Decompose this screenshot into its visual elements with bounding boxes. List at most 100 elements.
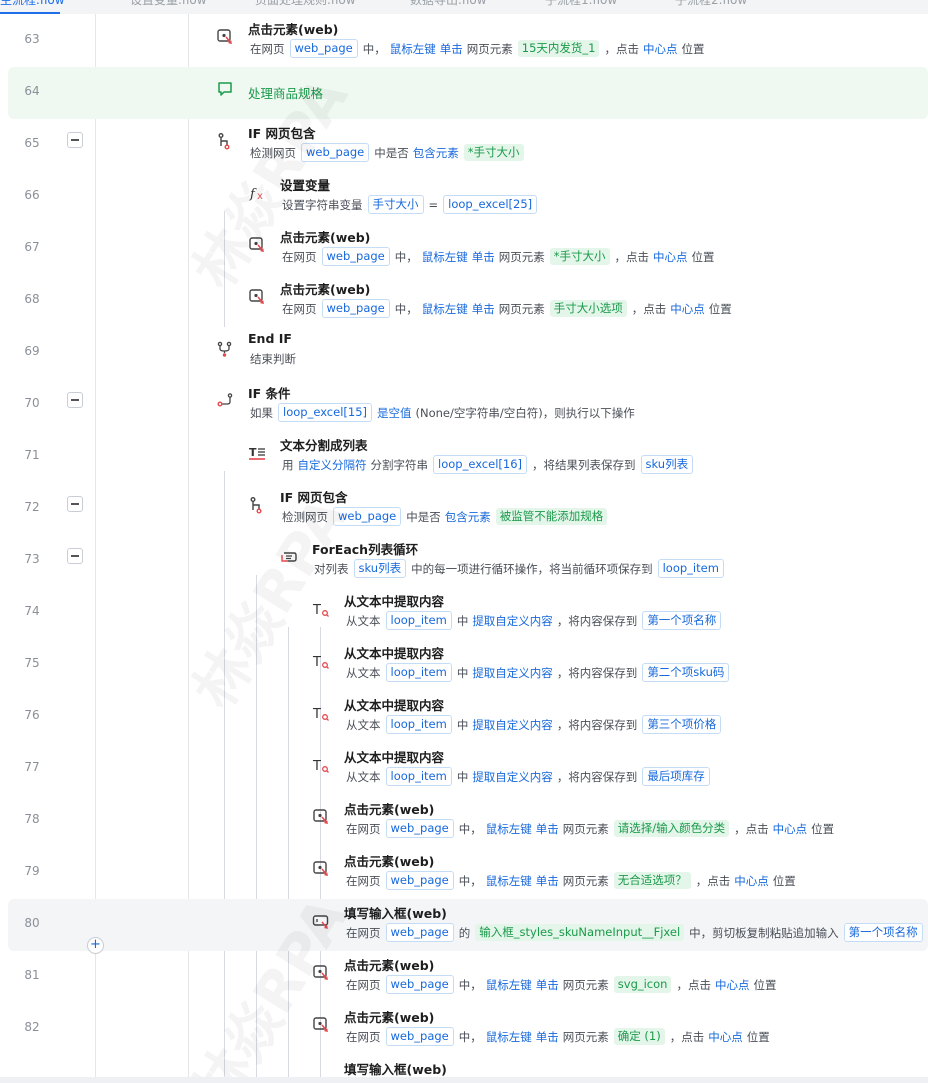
keyword-text[interactable]: 单击 bbox=[536, 821, 559, 837]
flow-step-row[interactable]: 67 点击元素(web) 在网页 web_page 中， 鼠标左键 单击 网页元素 *手寸大小 ，… bbox=[0, 223, 928, 275]
keyword-text[interactable]: 单击 bbox=[472, 301, 495, 317]
flow-step-row[interactable]: 82 点击元素(web) 在网页 web_page 中， 鼠标左键 单击 网页元素 确定 (1)… bbox=[0, 1003, 928, 1055]
keyword-text[interactable]: 中心点 bbox=[653, 249, 688, 265]
keyword-text[interactable]: 中心点 bbox=[708, 1029, 743, 1045]
flow-step-row[interactable]: 72 IF 网页包含 检测网页 web_page 中是否 包含元素 被监管不能添加规格 bbox=[0, 483, 928, 535]
variable-chip[interactable]: web_page bbox=[321, 247, 390, 266]
keyword-text[interactable]: 提取自定义内容 bbox=[472, 665, 553, 681]
variable-chip[interactable]: 第三个项价格 bbox=[642, 715, 722, 734]
flow-step-row[interactable]: 75 T 从文本中提取内容 从文本 loop_item 中提取自定义内容 ，将内容保存到 第二… bbox=[0, 639, 928, 691]
keyword-text[interactable]: 单击 bbox=[536, 977, 559, 993]
variable-chip[interactable]: web_page bbox=[385, 871, 454, 890]
tab-1[interactable]: 设置变量.flow bbox=[130, 0, 207, 11]
element-chip[interactable]: 无合适选项？ bbox=[613, 872, 691, 889]
keyword-text[interactable]: 提取自定义内容 bbox=[472, 769, 553, 785]
keyword-text[interactable]: 包含元素 bbox=[413, 145, 459, 161]
variable-chip[interactable]: 第二个项sku码 bbox=[642, 663, 730, 682]
variable-chip[interactable]: web_page bbox=[385, 819, 454, 838]
element-chip[interactable]: 手寸大小选项 bbox=[549, 300, 627, 317]
variable-chip[interactable]: loop_item bbox=[385, 611, 452, 630]
keyword-text[interactable]: 中心点 bbox=[643, 41, 678, 57]
flow-step-row[interactable]: 69 End IF 结束判断 bbox=[0, 327, 928, 379]
keyword-text[interactable]: 提取自定义内容 bbox=[472, 613, 553, 629]
keyword-text[interactable]: 单击 bbox=[536, 873, 559, 889]
keyword-text[interactable]: 自定义分隔符 bbox=[298, 457, 367, 473]
keyword-text[interactable]: 提取自定义内容 bbox=[472, 717, 553, 733]
flow-step-row[interactable]: 76 T 从文本中提取内容 从文本 loop_item 中提取自定义内容 ，将内容保存到 第三… bbox=[0, 691, 928, 743]
tab-5[interactable]: 子流程2.flow bbox=[675, 0, 747, 11]
flow-step-row[interactable]: 79 点击元素(web) 在网页 web_page 中， 鼠标左键 单击 网页元素 无合适选项？… bbox=[0, 847, 928, 899]
keyword-text[interactable]: 鼠标左键 bbox=[390, 41, 436, 57]
desc-text: ，点击 bbox=[631, 301, 667, 316]
flow-step-row[interactable]: 80 填写输入框(web) 在网页 web_page 的输入框_styles_skuNa… bbox=[8, 899, 928, 951]
variable-chip[interactable]: loop_item bbox=[385, 715, 452, 734]
keyword-text[interactable]: 包含元素 bbox=[445, 509, 491, 525]
variable-chip[interactable]: web_page bbox=[289, 39, 358, 58]
flow-step-row[interactable]: 66 f x 设置变量 设置字符串变量 手寸大小 = loop_excel[25] bbox=[0, 171, 928, 223]
element-chip[interactable]: svg_icon bbox=[613, 976, 672, 993]
element-chip[interactable]: 输入框_styles_skuNameInput__Fjxel bbox=[475, 924, 685, 941]
variable-chip[interactable]: web_page bbox=[321, 299, 390, 318]
keyword-text[interactable]: 鼠标左键 bbox=[486, 873, 532, 889]
keyword-text[interactable]: 中心点 bbox=[734, 873, 769, 889]
flow-step-row[interactable]: 81 点击元素(web) 在网页 web_page 中， 鼠标左键 单击 网页元素 svg_ic… bbox=[0, 951, 928, 1003]
horizontal-scrollbar[interactable] bbox=[0, 1077, 928, 1083]
flow-step-row[interactable]: 64 处理商品规格 bbox=[8, 67, 928, 119]
variable-chip[interactable]: 第一个项名称 bbox=[642, 611, 722, 630]
element-chip[interactable]: 请选择/输入颜色分类 bbox=[613, 820, 730, 837]
keyword-text[interactable]: 单击 bbox=[440, 41, 463, 57]
variable-chip[interactable]: loop_item bbox=[385, 663, 452, 682]
flow-step-row[interactable]: 71 T 文本分割成列表用自定义分隔符 分割字符串 loop_excel[16] ，将结果… bbox=[0, 431, 928, 483]
variable-chip[interactable]: 最后项库存 bbox=[642, 767, 710, 786]
keyword-text[interactable]: 鼠标左键 bbox=[422, 301, 468, 317]
variable-chip[interactable]: loop_excel[15] bbox=[278, 403, 372, 422]
keyword-text[interactable]: 鼠标左键 bbox=[486, 1029, 532, 1045]
collapse-toggle[interactable] bbox=[67, 132, 83, 148]
flow-step-row[interactable]: 65 IF 网页包含 检测网页 web_page 中是否 包含元素 *手寸大小 bbox=[0, 119, 928, 171]
variable-chip[interactable]: web_page bbox=[385, 923, 454, 942]
collapse-toggle[interactable] bbox=[67, 392, 83, 408]
flow-step-row[interactable]: 78 点击元素(web) 在网页 web_page 中， 鼠标左键 单击 网页元素 请选择/输入… bbox=[0, 795, 928, 847]
line-number: 64 bbox=[24, 84, 40, 98]
keyword-text[interactable]: 鼠标左键 bbox=[486, 977, 532, 993]
variable-chip[interactable]: loop_item bbox=[657, 559, 724, 578]
element-chip[interactable]: *手寸大小 bbox=[549, 248, 610, 265]
tab-0[interactable]: 主流程.flow bbox=[0, 0, 65, 11]
collapse-toggle[interactable] bbox=[67, 548, 83, 564]
variable-chip[interactable]: web_page bbox=[385, 975, 454, 994]
variable-chip[interactable]: 手寸大小 bbox=[367, 195, 424, 214]
tab-2[interactable]: 页面处理规则.flow bbox=[255, 0, 356, 11]
flow-step-row[interactable]: 68 点击元素(web) 在网页 web_page 中， 鼠标左键 单击 网页元素 手寸大小选项… bbox=[0, 275, 928, 327]
tab-3[interactable]: 数据导出.flow bbox=[410, 0, 487, 11]
flow-step-row[interactable]: 77 T 从文本中提取内容 从文本 loop_item 中提取自定义内容 ，将内容保存到 最后… bbox=[0, 743, 928, 795]
variable-chip[interactable]: loop_excel[25] bbox=[443, 195, 538, 214]
element-chip[interactable]: 被监管不能添加规格 bbox=[495, 508, 608, 525]
keyword-text[interactable]: 中心点 bbox=[715, 977, 750, 993]
flow-step-row[interactable]: 74 T 从文本中提取内容 从文本 loop_item 中提取自定义内容 ，将内容保存到 第一… bbox=[0, 587, 928, 639]
variable-chip[interactable]: 第一个项名称 bbox=[843, 923, 923, 942]
flow-step-row[interactable]: 63 点击元素(web) 在网页 web_page 中， 鼠标左键 单击 网页元素 15天内发货… bbox=[0, 15, 928, 67]
variable-chip[interactable]: web_page bbox=[333, 507, 402, 526]
element-chip[interactable]: 15天内发货_1 bbox=[517, 40, 600, 57]
element-chip[interactable]: *手寸大小 bbox=[463, 144, 524, 161]
flow-step-row[interactable]: 73 ForEach列表循环 对列表 sku列表 中的每一项进行循环操作，将当前循环项保… bbox=[0, 535, 928, 587]
variable-chip[interactable]: web_page bbox=[301, 143, 370, 162]
variable-chip[interactable]: sku列表 bbox=[640, 455, 694, 474]
keyword-text[interactable]: 单击 bbox=[536, 1029, 559, 1045]
add-step-button[interactable]: + bbox=[87, 937, 104, 954]
variable-chip[interactable]: web_page bbox=[385, 1027, 454, 1046]
keyword-text[interactable]: 鼠标左键 bbox=[486, 821, 532, 837]
extract-text-icon: T bbox=[312, 704, 330, 722]
variable-chip[interactable]: loop_item bbox=[385, 767, 452, 786]
keyword-text[interactable]: 单击 bbox=[472, 249, 495, 265]
collapse-toggle[interactable] bbox=[67, 496, 83, 512]
keyword-text[interactable]: 中心点 bbox=[773, 821, 808, 837]
variable-chip[interactable]: sku列表 bbox=[353, 559, 407, 578]
keyword-text[interactable]: 鼠标左键 bbox=[422, 249, 468, 265]
element-chip[interactable]: 确定 (1) bbox=[613, 1028, 665, 1045]
variable-chip[interactable]: loop_excel[16] bbox=[433, 455, 527, 474]
tab-4[interactable]: 子流程1.flow bbox=[545, 0, 617, 11]
flow-step-row[interactable]: 70 IF 条件 如果 loop_excel[15] 是空值 (None/空字符串/空白符… bbox=[0, 379, 928, 431]
keyword-text[interactable]: 中心点 bbox=[670, 301, 705, 317]
keyword-text[interactable]: 是空值 bbox=[377, 405, 412, 421]
